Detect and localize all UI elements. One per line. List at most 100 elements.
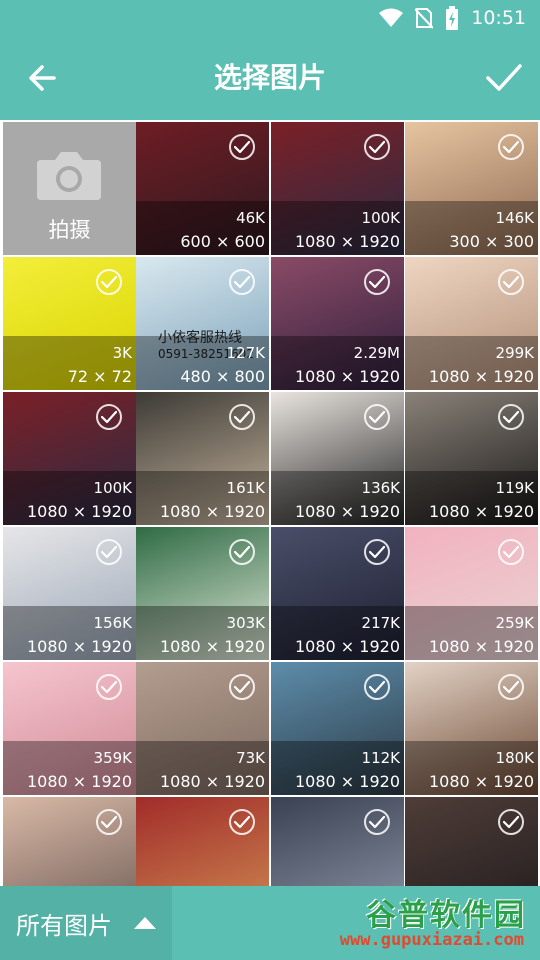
select-checkbox[interactable] xyxy=(498,809,524,835)
watermark-url: www.gupuxiazai.com xyxy=(339,930,524,950)
album-selector-button[interactable]: 所有图片 xyxy=(0,886,172,960)
wifi-icon xyxy=(379,8,404,27)
photo-tile[interactable]: 259K 1080 × 1920 xyxy=(405,527,538,660)
photo-tile[interactable]: 136K 1080 × 1920 xyxy=(271,392,404,525)
select-checkbox[interactable] xyxy=(364,134,390,160)
select-checkbox[interactable] xyxy=(498,539,524,565)
status-time: 10:51 xyxy=(471,7,526,29)
app-bar: 选择图片 xyxy=(0,36,540,120)
photo-file-size: 119K xyxy=(495,479,534,497)
photo-file-size: 2.29M xyxy=(353,344,400,362)
photo-tile[interactable] xyxy=(405,797,538,886)
photo-dimensions: 1080 × 1920 xyxy=(294,232,400,251)
select-checkbox[interactable] xyxy=(364,674,390,700)
photo-tile[interactable]: 100K 1080 × 1920 xyxy=(271,122,404,255)
camera-label: 拍摄 xyxy=(48,218,91,242)
photo-tile[interactable]: 303K 1080 × 1920 xyxy=(136,527,269,660)
photo-tile[interactable]: 73K 1080 × 1920 xyxy=(136,662,269,795)
photo-dimensions: 1080 × 1920 xyxy=(26,502,132,521)
photo-dimensions: 1080 × 1920 xyxy=(294,502,400,521)
photo-tile[interactable]: 217K 1080 × 1920 xyxy=(271,527,404,660)
select-checkbox[interactable] xyxy=(96,809,122,835)
check-icon xyxy=(486,64,522,91)
checkmark-icon xyxy=(369,545,385,559)
photo-tile[interactable]: 100K 1080 × 1920 xyxy=(3,392,136,525)
photo-dimensions: 1080 × 1920 xyxy=(159,637,265,656)
photo-file-size: 100K xyxy=(93,479,132,497)
select-checkbox[interactable] xyxy=(96,539,122,565)
photo-tile[interactable] xyxy=(271,797,404,886)
select-checkbox[interactable] xyxy=(498,404,524,430)
photo-tile[interactable]: 46K 600 × 600 xyxy=(136,122,269,255)
photo-tile[interactable]: 3K 72 × 72 xyxy=(3,257,136,390)
photo-tile[interactable] xyxy=(3,797,136,886)
select-checkbox[interactable] xyxy=(229,539,255,565)
photo-tile[interactable]: 180K 1080 × 1920 xyxy=(405,662,538,795)
select-checkbox[interactable] xyxy=(498,269,524,295)
photo-file-size: 3K xyxy=(112,344,132,362)
select-checkbox[interactable] xyxy=(498,134,524,160)
photo-file-size: 259K xyxy=(495,614,534,632)
camera-tile[interactable]: 拍摄 xyxy=(3,122,136,255)
photo-tile[interactable]: 119K 1080 × 1920 xyxy=(405,392,538,525)
photo-tile[interactable] xyxy=(136,797,269,886)
checkmark-icon xyxy=(369,680,385,694)
select-checkbox[interactable] xyxy=(364,404,390,430)
photo-tile[interactable]: 359K 1080 × 1920 xyxy=(3,662,136,795)
photo-dimensions: 600 × 600 xyxy=(180,232,265,251)
select-checkbox[interactable] xyxy=(96,404,122,430)
photo-file-size: 303K xyxy=(226,614,265,632)
photo-dimensions: 1080 × 1920 xyxy=(428,637,534,656)
checkmark-icon xyxy=(234,275,250,289)
photo-file-size: 112K xyxy=(361,749,400,767)
checkmark-icon xyxy=(503,275,519,289)
checkmark-icon xyxy=(503,140,519,154)
photo-tile[interactable]: 112K 1080 × 1920 xyxy=(271,662,404,795)
checkmark-icon xyxy=(369,275,385,289)
photo-tile[interactable]: 146K 300 × 300 xyxy=(405,122,538,255)
select-checkbox[interactable] xyxy=(229,674,255,700)
select-checkbox[interactable] xyxy=(229,809,255,835)
select-checkbox[interactable] xyxy=(96,674,122,700)
status-bar: 10:51 xyxy=(0,0,540,36)
bottom-bar: 所有图片 谷普软件园 www.gupuxiazai.com xyxy=(0,886,540,960)
photo-tile[interactable]: 2.29M 1080 × 1920 xyxy=(271,257,404,390)
photo-file-size: 156K xyxy=(93,614,132,632)
checkmark-icon xyxy=(101,275,117,289)
checkmark-icon xyxy=(101,815,117,829)
photo-dimensions: 1080 × 1920 xyxy=(294,772,400,791)
select-checkbox[interactable] xyxy=(229,134,255,160)
photo-file-size: 46K xyxy=(236,209,265,227)
photo-tile[interactable]: 161K 1080 × 1920 xyxy=(136,392,269,525)
photo-dimensions: 1080 × 1920 xyxy=(428,502,534,521)
photo-file-size: 100K xyxy=(361,209,400,227)
select-checkbox[interactable] xyxy=(229,269,255,295)
select-checkbox[interactable] xyxy=(96,269,122,295)
select-checkbox[interactable] xyxy=(229,404,255,430)
photo-tile[interactable]: 小依客服热线 0591-38251602 127K 480 × 800 xyxy=(136,257,269,390)
photo-file-size: 73K xyxy=(236,749,265,767)
photo-file-size: 180K xyxy=(495,749,534,767)
checkmark-icon xyxy=(503,680,519,694)
album-label: 所有图片 xyxy=(16,912,112,940)
photo-file-size: 359K xyxy=(93,749,132,767)
watermark-logo: 谷普软件园 www.gupuxiazai.com xyxy=(284,886,534,960)
photo-dimensions: 1080 × 1920 xyxy=(428,367,534,386)
arrow-left-icon xyxy=(29,65,56,91)
photo-tile[interactable]: 156K 1080 × 1920 xyxy=(3,527,136,660)
triangle-up-icon xyxy=(134,917,156,929)
photo-tile[interactable]: 299K 1080 × 1920 xyxy=(405,257,538,390)
photo-file-size: 136K xyxy=(361,479,400,497)
checkmark-icon xyxy=(234,680,250,694)
select-checkbox[interactable] xyxy=(364,809,390,835)
checkmark-icon xyxy=(234,545,250,559)
photo-dimensions: 1080 × 1920 xyxy=(159,772,265,791)
battery-charging-icon xyxy=(446,6,459,30)
checkmark-icon xyxy=(369,140,385,154)
select-checkbox[interactable] xyxy=(364,539,390,565)
confirm-button[interactable] xyxy=(482,56,526,100)
select-checkbox[interactable] xyxy=(498,674,524,700)
no-sim-icon xyxy=(415,8,434,29)
back-button[interactable] xyxy=(20,56,64,100)
select-checkbox[interactable] xyxy=(364,269,390,295)
